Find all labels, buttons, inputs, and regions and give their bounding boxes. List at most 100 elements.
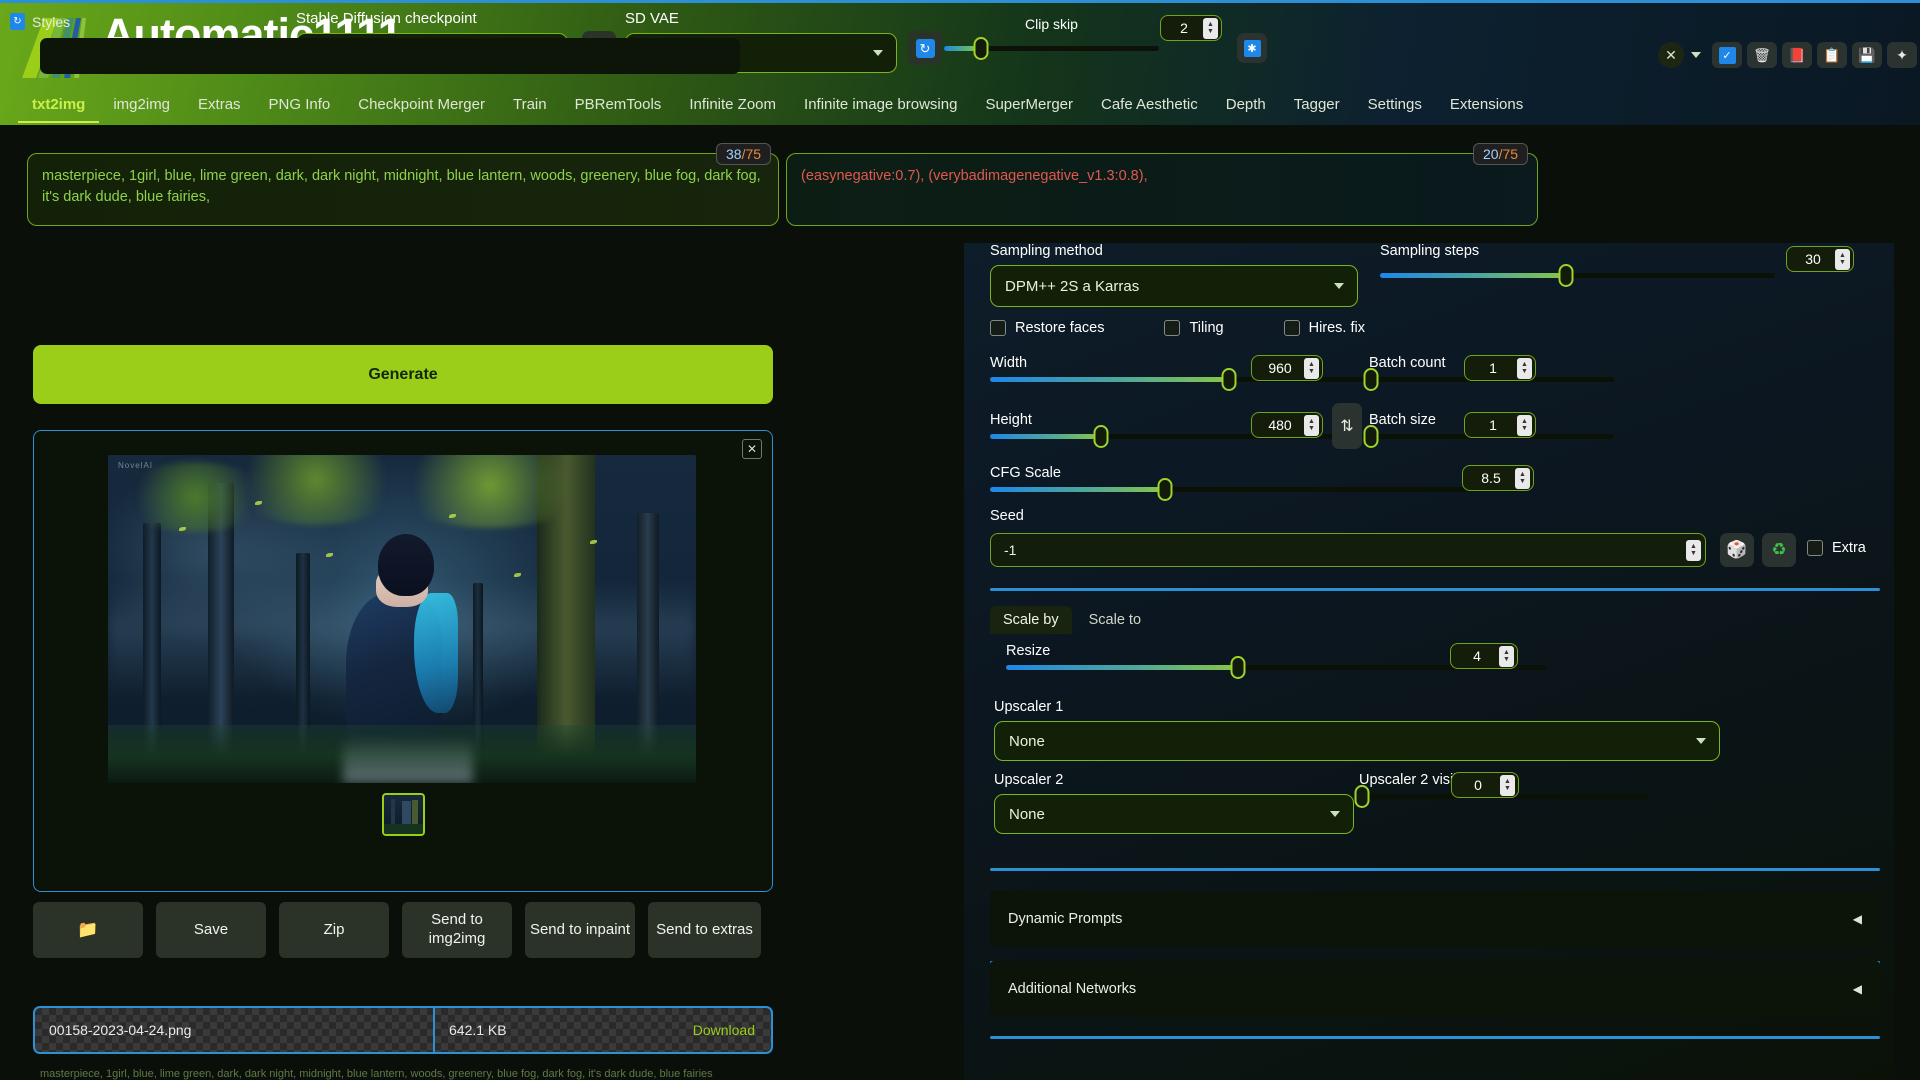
sampling-steps-stepper[interactable]: ▲ ▼ [1835,248,1850,270]
download-link[interactable]: Download [693,1022,771,1038]
sampling-method-value: DPM++ 2S a Karras [1005,277,1140,295]
tab-settings[interactable]: Settings [1354,92,1436,123]
refresh-vae-button[interactable]: ↻ [908,31,942,65]
tab-extensions[interactable]: Extensions [1436,92,1537,123]
tab-infinite-image-browsing[interactable]: Infinite image browsing [790,92,971,123]
apply-style-icon: ✓ [1718,46,1736,64]
copy-style-button[interactable]: 📕 [1782,42,1812,68]
negative-tokens-max: /75 [1498,146,1519,162]
styles-input[interactable] [40,38,740,74]
download-filename: 00158-2023-04-24.png [35,1008,435,1052]
sampling-steps-slider[interactable] [1380,264,1775,287]
subtab-scale-to[interactable]: Scale to [1076,606,1154,634]
generated-image[interactable]: NovelAI [108,455,696,783]
send-to-inpaint-button[interactable]: Send to inpaint [525,902,635,958]
resize-number[interactable]: 4 ▲ ▼ [1450,643,1518,669]
seed-input[interactable]: -1 ▲ ▼ [990,533,1706,567]
clip-skip-stepper[interactable]: ▲ ▼ [1203,17,1218,39]
tab-cafe-aesthetic[interactable]: Cafe Aesthetic [1087,92,1212,123]
batch-size-stepper[interactable]: ▲ ▼ [1517,414,1532,436]
upscaler-2-visibility-stepper[interactable]: ▲ ▼ [1500,774,1515,796]
upscaler-2-dropdown[interactable]: None [994,794,1354,834]
subtab-scale-by[interactable]: Scale by [990,606,1072,634]
seed-stepper[interactable]: ▲ ▼ [1686,539,1701,561]
clip-skip-slider[interactable] [944,37,1159,60]
chevron-left-icon: ◀ [1852,912,1862,926]
send-to-img2img-button[interactable]: Send to img2img [402,902,512,958]
upscaler-2-visibility-number[interactable]: 0 ▲ ▼ [1451,772,1519,798]
checkbox-restore-faces[interactable]: Restore faces [990,320,1104,336]
batch-size-number[interactable]: 1 ▲ ▼ [1464,412,1536,438]
magic-wand-button[interactable]: ✦ [1887,42,1917,68]
width-value: 960 [1268,360,1292,376]
dynamic-prompts-accordion[interactable]: Dynamic Prompts ◀ [990,891,1880,947]
random-seed-button[interactable]: 🎲 [1720,533,1754,567]
batch-count-value: 1 [1489,360,1497,376]
close-icon[interactable]: ✕ [742,439,762,459]
save-style-button[interactable]: 💾 [1852,42,1882,68]
reuse-seed-button[interactable]: ♻ [1762,533,1796,567]
magic-wand-icon: ✦ [1896,46,1908,63]
clip-skip-number[interactable]: 2 ▲ ▼ [1160,15,1222,41]
panel-accent-bar [0,0,1920,3]
positive-prompt-input[interactable]: masterpiece, 1girl, blue, lime green, da… [27,153,779,226]
gallery-action-buttons: 📁 Save Zip Send to img2img Send to inpaint Se… [33,902,761,958]
refresh-icon[interactable]: ↻ [10,13,25,30]
additional-networks-accordion[interactable]: Additional Networks ◀ [990,961,1880,1017]
sampling-method-dropdown[interactable]: DPM++ 2S a Karras [990,265,1358,307]
upscaler-1-label: Upscaler 1 [994,699,1064,715]
height-stepper[interactable]: ▲ ▼ [1304,414,1319,436]
cfg-scale-slider[interactable] [990,478,1520,501]
upscaler-1-dropdown[interactable]: None [994,721,1720,761]
tab-supermerger[interactable]: SuperMerger [971,92,1087,123]
width-number[interactable]: 960 ▲ ▼ [1251,355,1323,381]
tab-txt2img[interactable]: txt2img [18,92,100,123]
clip-skip-label: Clip skip [1025,16,1078,32]
seed-label: Seed [990,508,1024,524]
height-number[interactable]: 480 ▲ ▼ [1251,412,1323,438]
checkbox-box[interactable] [1283,320,1300,336]
checkbox-tiling[interactable]: Tiling [1164,320,1224,336]
checkbox-hires-fix[interactable]: Hires. fix [1283,320,1365,336]
settings-panel: Sampling method DPM++ 2S a Karras Sampli… [964,243,1894,1080]
sampling-steps-number[interactable]: 30 ▲ ▼ [1786,246,1854,272]
gallery-thumbnail[interactable] [381,793,425,836]
apply-style-button[interactable]: ✓ [1712,42,1742,68]
scale-mode-tabs: Scale by Scale to [990,606,1154,634]
chevron-down-icon [873,50,883,56]
batch-count-stepper[interactable]: ▲ ▼ [1517,357,1532,379]
generate-button[interactable]: Generate [33,345,773,404]
resize-stepper[interactable]: ▲ ▼ [1499,645,1514,667]
apply-settings-button[interactable]: ✱ [1237,33,1267,63]
cfg-scale-number[interactable]: 8.5 ▲ ▼ [1462,465,1534,491]
negative-prompt-input[interactable]: (easynegative:0.7), (verybadimagenegativ… [786,153,1538,226]
paste-style-button[interactable]: 📋 [1817,42,1847,68]
tab-checkpoint-merger[interactable]: Checkpoint Merger [344,92,499,123]
tab-extras[interactable]: Extras [184,92,255,123]
tab-img2img[interactable]: img2img [99,92,184,123]
chevron-down-icon[interactable] [1691,52,1701,58]
extra-seed-toggle[interactable]: Extra [1807,540,1866,556]
open-folder-button[interactable]: 📁 [33,902,143,958]
cfg-scale-stepper[interactable]: ▲ ▼ [1515,467,1530,489]
zip-button[interactable]: Zip [279,902,389,958]
checkbox-box[interactable] [990,320,1006,336]
checkbox-box[interactable] [1164,320,1181,336]
stable-diffusion-webui: Automatic1111 Stable Diffusion WebUI Sta… [0,0,1920,1080]
extra-checkbox[interactable] [1807,540,1823,556]
save-button[interactable]: Save [156,902,266,958]
tab-tagger[interactable]: Tagger [1280,92,1354,123]
clear-x-icon[interactable]: ✕ [1658,42,1684,68]
batch-count-number[interactable]: 1 ▲ ▼ [1464,355,1536,381]
tab-pbremtools[interactable]: PBRemTools [561,92,676,123]
tab-train[interactable]: Train [499,92,561,123]
send-to-extras-button[interactable]: Send to extras [648,902,761,958]
tab-png-info[interactable]: PNG Info [255,92,345,123]
tab-depth[interactable]: Depth [1212,92,1280,123]
swap-dimensions-button[interactable]: ⇅ [1332,403,1362,449]
sampling-steps-label: Sampling steps [1380,243,1480,259]
tab-infinite-zoom[interactable]: Infinite Zoom [675,92,790,123]
delete-style-button[interactable]: 🗑 [1747,42,1777,68]
positive-tokens-max: /75 [741,146,762,162]
width-stepper[interactable]: ▲ ▼ [1304,357,1319,379]
